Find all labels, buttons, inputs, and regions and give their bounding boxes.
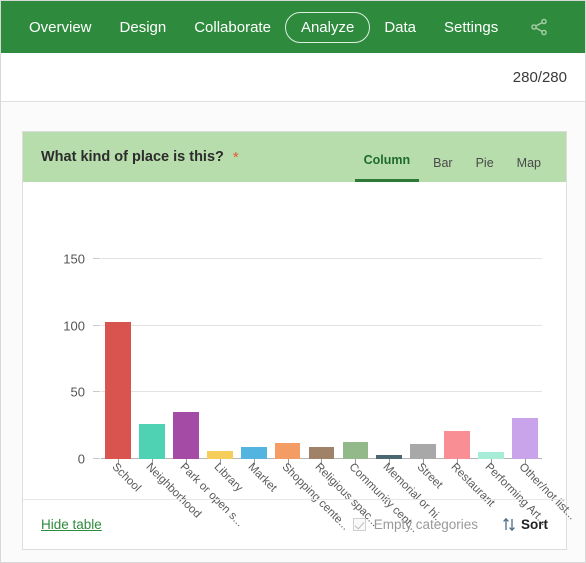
response-count: 280/280 xyxy=(512,68,567,86)
question-card: What kind of place is this? * Column Bar… xyxy=(22,131,578,550)
chart-type-tabs: Column Bar Pie Map xyxy=(350,132,550,182)
x-axis-label: Street xyxy=(406,459,445,500)
y-axis-label-0: 0 xyxy=(77,451,85,467)
y-axis-label-100: 100 xyxy=(63,318,85,334)
x-axis-label: Performing Art... xyxy=(474,459,550,528)
empty-categories-label: Empty categories xyxy=(373,517,478,532)
tab-map[interactable]: Map xyxy=(508,156,550,183)
top-navigation: Overview Design Collaborate Analyze Data… xyxy=(1,1,585,53)
y-tickmark-0 xyxy=(93,458,100,459)
y-tickmark-50 xyxy=(93,391,100,393)
y-tickmark-100 xyxy=(93,324,100,326)
chart-plot: 0 50 100 150 School Neighborhood Park or open… xyxy=(23,182,578,536)
nav-item-overview[interactable]: Overview xyxy=(15,20,106,35)
x-axis-label: School xyxy=(101,459,142,500)
bar-slot xyxy=(406,259,440,459)
tab-pie[interactable]: Pie xyxy=(467,156,503,183)
empty-categories-toggle[interactable]: Empty categories xyxy=(352,517,478,532)
x-axis-label: Community cent... xyxy=(338,459,421,535)
x-axis-label: Library xyxy=(203,459,244,500)
chart-bars xyxy=(101,259,542,459)
x-axis-label: Shopping cente... xyxy=(271,459,351,533)
chart-x-labels: School Neighborhood Park or open s... Libra… xyxy=(101,459,578,535)
bar-slot xyxy=(440,259,474,459)
nav-item-collaborate[interactable]: Collaborate xyxy=(180,20,285,35)
bar-slot xyxy=(271,259,305,459)
chart-bar[interactable] xyxy=(172,412,199,459)
y-axis-label-50: 50 xyxy=(70,384,85,400)
x-axis-label: Memorial or hi... xyxy=(372,459,448,528)
bar-slot xyxy=(135,259,169,459)
bar-slot xyxy=(237,259,271,459)
tab-column[interactable]: Column xyxy=(354,153,420,182)
bar-slot xyxy=(474,259,508,459)
bar-slot xyxy=(203,259,237,459)
sort-button[interactable]: Sort xyxy=(502,517,548,532)
chart-footer: Hide table Empty categories Sort xyxy=(23,499,566,549)
chart-bar[interactable] xyxy=(342,441,369,459)
bar-slot xyxy=(372,259,406,459)
x-axis-label: Restaurant xyxy=(440,459,497,509)
chart-bar[interactable] xyxy=(274,443,301,459)
required-asterisk: * xyxy=(232,148,239,166)
chart-bar[interactable] xyxy=(444,431,471,459)
bar-slot xyxy=(101,259,135,459)
sort-arrows-icon xyxy=(502,517,516,532)
share-icon[interactable] xyxy=(526,14,552,40)
bar-slot xyxy=(305,259,339,459)
x-axis-label: Park or open s... xyxy=(169,459,245,529)
analyze-page: Overview Design Collaborate Analyze Data… xyxy=(0,0,586,563)
chart-bar[interactable] xyxy=(478,452,504,459)
bar-slot xyxy=(508,259,542,459)
chart-bar[interactable] xyxy=(410,444,437,459)
nav-item-data[interactable]: Data xyxy=(370,20,430,35)
hide-table-link[interactable]: Hide table xyxy=(41,517,102,532)
question-title: What kind of place is this? xyxy=(41,149,224,165)
tab-bar[interactable]: Bar xyxy=(424,156,461,183)
x-axis-label: Neighborhood xyxy=(135,459,203,521)
y-axis-label-150: 150 xyxy=(63,251,85,267)
chart-area: 0 50 100 150 School Neighborhood Park or open… xyxy=(23,182,578,536)
chart-bar[interactable] xyxy=(240,447,267,459)
footer-controls: Empty categories Sort xyxy=(352,517,548,532)
x-axis-label: Other/not list... xyxy=(508,459,578,522)
bar-slot xyxy=(338,259,372,459)
x-axis-label: Market xyxy=(237,459,278,500)
empty-categories-checkbox[interactable] xyxy=(352,518,366,531)
x-axis-label: Religious spac... xyxy=(305,459,381,529)
response-count-bar: 280/280 xyxy=(1,53,585,102)
chart-bar[interactable] xyxy=(512,417,538,459)
question-card-header: What kind of place is this? * Column Bar… xyxy=(23,132,566,182)
nav-item-analyze[interactable]: Analyze xyxy=(284,11,371,43)
sort-label: Sort xyxy=(521,517,548,532)
chart-bar[interactable] xyxy=(139,424,165,459)
nav-item-settings[interactable]: Settings xyxy=(430,20,512,35)
chart-bar[interactable] xyxy=(206,451,233,459)
y-tickmark-150 xyxy=(93,258,100,259)
chart-bar[interactable] xyxy=(308,447,335,459)
bar-slot xyxy=(169,259,203,459)
nav-item-design[interactable]: Design xyxy=(106,20,181,35)
chart-bar[interactable] xyxy=(105,321,131,459)
